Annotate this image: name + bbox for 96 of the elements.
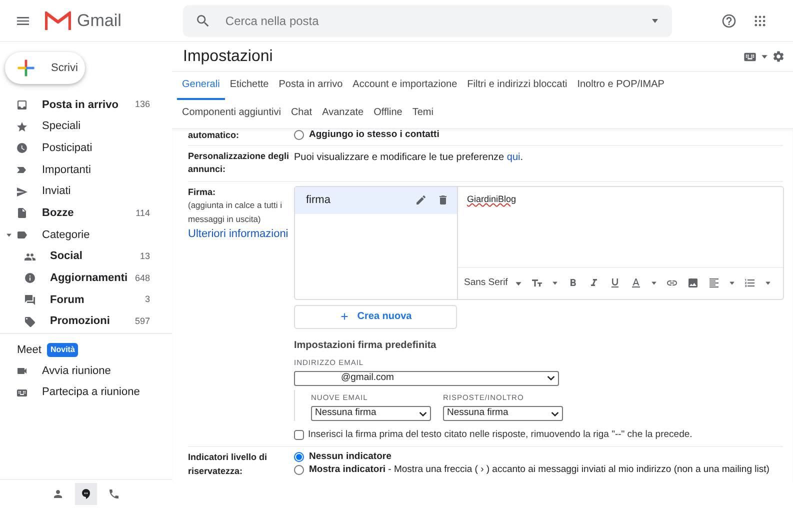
new-badge: Novità [47,342,78,357]
info-icon [24,272,36,284]
setting-label: Personalizzazione degli annunci: [188,150,290,176]
sidebar-item[interactable]: Avvia riunione [0,360,172,382]
text-size-icon[interactable] [530,277,543,289]
plus-icon [339,311,350,322]
caret-icon[interactable] [761,53,768,60]
new-email-dropdown[interactable]: Nessuna firma [311,406,431,421]
trash-icon[interactable] [437,194,449,206]
radio-button[interactable] [294,130,304,140]
setting-label: Indicatori livello di riservatezza: [188,451,268,478]
keyboard-icon [16,386,28,399]
image-icon[interactable] [686,277,699,289]
option-label: Aggiungo io stesso i contatti [309,129,440,142]
align-icon[interactable] [708,277,720,289]
clock-icon [16,142,28,154]
sidebar-item[interactable]: Promozioni 597 [0,310,172,333]
settings-tab[interactable]: Posta in arrivo [274,72,348,100]
sidebar-item[interactable]: Inviati [0,180,172,202]
plus-icon [15,57,37,79]
caret-icon[interactable] [552,280,558,286]
tag-icon [24,316,36,328]
settings-tab[interactable]: Filtri e indirizzi bloccati [462,72,572,100]
apps-grid-icon[interactable] [753,14,767,28]
radio-button[interactable] [294,464,304,475]
help-icon[interactable] [721,12,737,28]
pencil-icon[interactable] [415,194,427,206]
search-bar[interactable]: Cerca nella posta [183,4,672,36]
setting-label: Firma: [188,186,217,198]
settings-tab[interactable]: Inoltro e POP/IMAP [572,72,670,100]
option-label: Mostra indicatori - Mostra una freccia ( › ) accanto ai messaggi inviati al mio indirizzo (non a una mailing list) [309,464,770,476]
caret-icon[interactable] [764,280,771,286]
caret-icon[interactable] [728,280,735,286]
checkbox-label: Inserisci la firma prima del testo citato nelle risposte, rimuovendo la riga "--" che la precede. [308,428,692,442]
inbox-icon [16,98,28,111]
search-icon[interactable] [195,12,212,28]
send-icon [16,186,28,198]
chevron-down-icon [551,410,559,418]
sidebar-item[interactable]: Bozze 114 [0,202,172,224]
sidebar-item[interactable]: Categorie [0,224,172,246]
numbered-list-icon[interactable] [744,277,756,289]
file-icon [16,207,28,220]
underline-icon[interactable] [608,277,621,289]
label-icon [16,228,28,241]
signature-name: firma [306,192,332,208]
search-field[interactable]: Cerca nella posta [223,10,638,30]
settings-tab[interactable]: Account e importazione [348,72,462,100]
caret-icon [514,280,522,286]
sidebar-item[interactable]: Posta in arrivo 136 [0,94,172,116]
compose-button[interactable]: Scrivi [5,52,85,84]
setting-label: automatico: [188,129,240,142]
option-label: Nessun indicatore [309,451,392,464]
meet-heading: Meet [17,342,42,358]
sidebar-item[interactable]: Forum 3 [0,289,172,311]
signature-item[interactable]: firma [295,186,457,214]
text-color-icon[interactable] [630,277,642,289]
chat-bubbles-icon [24,294,36,306]
checkbox[interactable] [294,430,304,440]
phone-icon [108,488,120,500]
sidebar-item[interactable]: Aggiornamenti 648 [0,268,172,290]
sidebar-item[interactable]: Social 13 [0,246,172,268]
settings-tab[interactable]: Etichette [224,72,274,100]
chat-bubble-tab[interactable] [75,482,97,504]
chat-bubble-icon [80,488,92,500]
people-icon [24,250,36,263]
settings-tab[interactable]: Offline [368,100,408,128]
settings-tab[interactable]: Avanzate [317,100,369,128]
sidebar-item[interactable]: Importanti [0,159,172,181]
chevron-down-icon [547,374,555,382]
star-icon [16,120,28,133]
setting-description: Puoi visualizzare e modificare le tue preferenze qui. [294,152,524,162]
email-dropdown[interactable]: @gmail.com [294,370,559,386]
chevron-down-icon [419,410,427,418]
settings-tab[interactable]: Componenti aggiuntivi [177,100,286,128]
radio-button[interactable] [294,452,304,462]
page-title: Impostazioni [183,46,274,66]
font-dropdown[interactable]: Sans Serif [464,276,522,290]
setting-note: (aggiunta in calce a tutti i messaggi in uscita) [188,199,284,226]
reply-dropdown[interactable]: Nessuna firma [443,406,563,421]
preferences-link[interactable]: qui [506,152,520,162]
signature-editor[interactable]: GiardiniBlog [458,186,783,266]
sidebar-item[interactable]: Posticipati [0,137,172,160]
section-title: Impostazioni firma predefinita [294,338,438,352]
settings-tab[interactable]: Temi [407,100,438,128]
learn-more-link[interactable]: Ulteriori informazioni [188,228,288,240]
settings-tab[interactable]: Chat [286,100,318,128]
caret-icon[interactable] [6,232,12,238]
caret-icon[interactable] [650,280,657,286]
sidebar-item[interactable]: Speciali [0,116,172,138]
create-signature-button[interactable]: Crea nuova [294,304,457,328]
settings-tab[interactable]: Generali [177,72,225,100]
person-icon [52,488,64,500]
mail-logo-icon [45,10,71,30]
sidebar-item[interactable]: Partecipa a riunione [0,382,172,404]
app-name: Gmail [77,10,122,32]
settings-icon[interactable] [772,50,785,63]
